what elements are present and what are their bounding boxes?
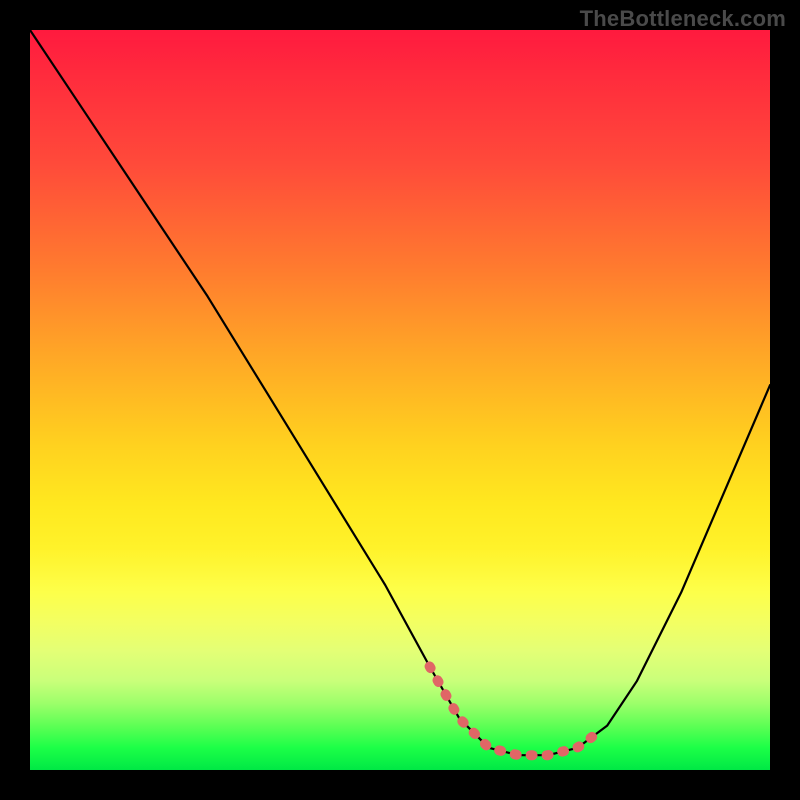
chart-frame	[30, 30, 770, 770]
chart-svg	[30, 30, 770, 770]
watermark-text: TheBottleneck.com	[580, 6, 786, 32]
optimal-range-markers	[430, 666, 593, 755]
bottleneck-curve	[30, 30, 770, 755]
